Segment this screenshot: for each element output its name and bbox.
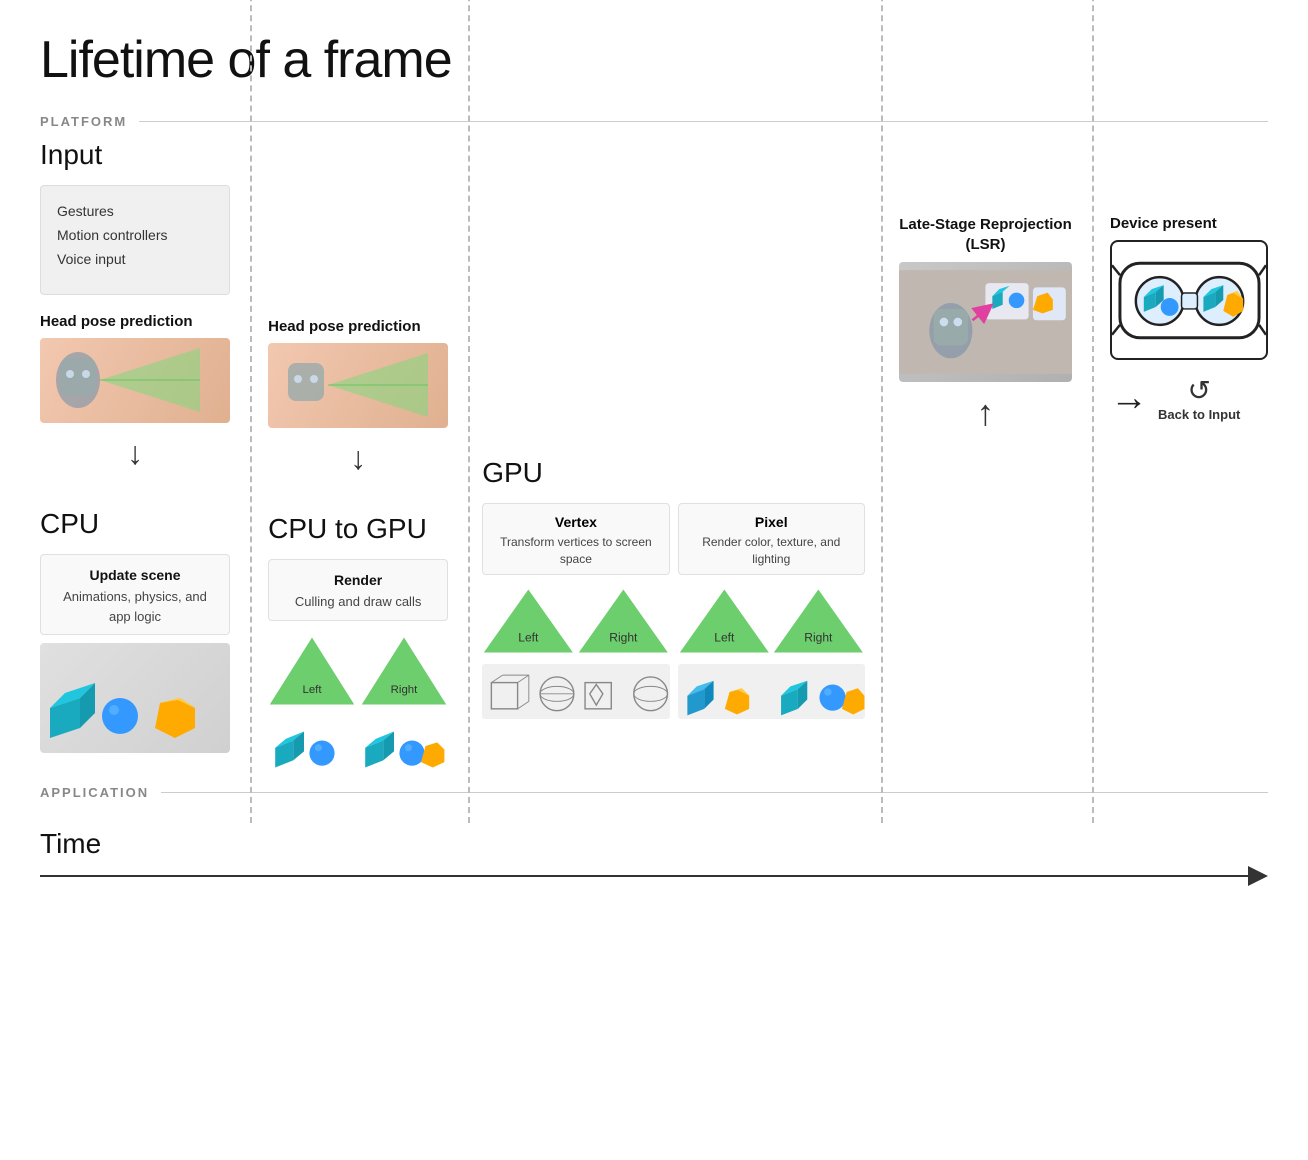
divider-4 xyxy=(1084,185,1098,773)
lsr-label: Late-Stage Reprojection (LSR) xyxy=(899,215,1072,254)
input-box: Gestures Motion controllers Voice input xyxy=(40,185,230,295)
vertex-triangles: Left Right xyxy=(482,585,669,662)
divider-1 xyxy=(242,185,256,773)
cpu-title: CPU xyxy=(40,508,230,540)
page-title: Lifetime of a frame xyxy=(40,30,1268,90)
update-scene-title: Update scene xyxy=(57,567,213,583)
arrow-down-2: ↓ xyxy=(268,440,448,477)
scene-objects-cpu xyxy=(40,643,230,753)
render-triangle-right: Right xyxy=(360,631,448,716)
head-pose-label-2: Head pose prediction xyxy=(268,318,448,335)
render-title: Render xyxy=(285,572,431,588)
device-arrows: → ↺ Back to Input xyxy=(1110,374,1268,424)
input-item-motion: Motion controllers xyxy=(57,224,213,248)
arrow-down-1: ↓ xyxy=(40,435,230,472)
pixel-triangle-left: Left xyxy=(678,585,771,662)
lsr-image xyxy=(899,262,1072,382)
time-section: Time xyxy=(40,828,1268,886)
device-image xyxy=(1110,240,1268,360)
back-to-input-icon: ↺ xyxy=(1187,374,1210,407)
render-objects xyxy=(268,718,448,773)
arrow-right-icon: → xyxy=(1110,377,1148,420)
cpu-to-gpu-title: CPU to GPU xyxy=(268,513,448,545)
vertex-box: Vertex Transform vertices to screen spac… xyxy=(482,503,669,575)
col-lsr: Late-Stage Reprojection (LSR) xyxy=(887,185,1084,773)
vertex-desc: Transform vertices to screen space xyxy=(495,534,656,568)
svg-text:Left: Left xyxy=(303,684,323,696)
time-arrow xyxy=(40,866,1268,886)
svg-text:Left: Left xyxy=(714,630,735,644)
vertex-triangle-left: Left xyxy=(482,585,575,662)
render-triangle-left: Left xyxy=(268,631,356,716)
pixel-title: Pixel xyxy=(691,514,852,530)
input-item-gestures: Gestures xyxy=(57,200,213,224)
device-present-label: Device present xyxy=(1110,215,1268,232)
svg-text:Right: Right xyxy=(805,630,834,644)
pixel-triangles: Left Right xyxy=(678,585,865,662)
gpu-triangles: Left Right Left xyxy=(482,585,865,662)
platform-section-label: PLATFORM xyxy=(40,114,1268,129)
render-box: Render Culling and draw calls xyxy=(268,559,448,621)
col-gpu: GPU Vertex Transform vertices to screen … xyxy=(474,185,873,773)
arrow-up: ↑ xyxy=(899,392,1072,434)
update-scene-box: Update scene Animations, physics, and ap… xyxy=(40,554,230,635)
svg-text:Right: Right xyxy=(609,630,638,644)
pixel-box: Pixel Render color, texture, and lightin… xyxy=(678,503,865,575)
divider-3 xyxy=(873,185,887,773)
gpu-title: GPU xyxy=(482,457,865,489)
svg-text:Left: Left xyxy=(519,630,540,644)
divider-2 xyxy=(460,185,474,773)
time-label: Time xyxy=(40,828,1268,860)
col-cpu-to-gpu: Head pose prediction ↓ CPU to GPU Render… xyxy=(256,185,460,773)
col-cpu: Gestures Motion controllers Voice input … xyxy=(40,185,242,773)
pixel-triangle-right: Right xyxy=(772,585,865,662)
svg-text:Right: Right xyxy=(391,684,419,696)
head-pose-image-2 xyxy=(268,343,448,428)
input-item-voice: Voice input xyxy=(57,248,213,272)
update-scene-desc: Animations, physics, and app logic xyxy=(57,587,213,626)
head-pose-label-1: Head pose prediction xyxy=(40,313,230,330)
col-device: Device present xyxy=(1098,185,1268,773)
render-triangles: Left Right xyxy=(268,631,448,716)
gpu-inner: Vertex Transform vertices to screen spac… xyxy=(482,503,865,575)
input-label: Input xyxy=(40,139,1268,171)
head-pose-image-1 xyxy=(40,338,220,423)
gpu-rendered-objects xyxy=(482,664,865,719)
vertex-triangle-right: Right xyxy=(577,585,670,662)
render-desc: Culling and draw calls xyxy=(285,592,431,612)
pixel-desc: Render color, texture, and lighting xyxy=(691,534,852,568)
back-to-input-label: Back to Input xyxy=(1158,407,1240,424)
application-section-label: APPLICATION xyxy=(40,785,1268,800)
vertex-title: Vertex xyxy=(495,514,656,530)
